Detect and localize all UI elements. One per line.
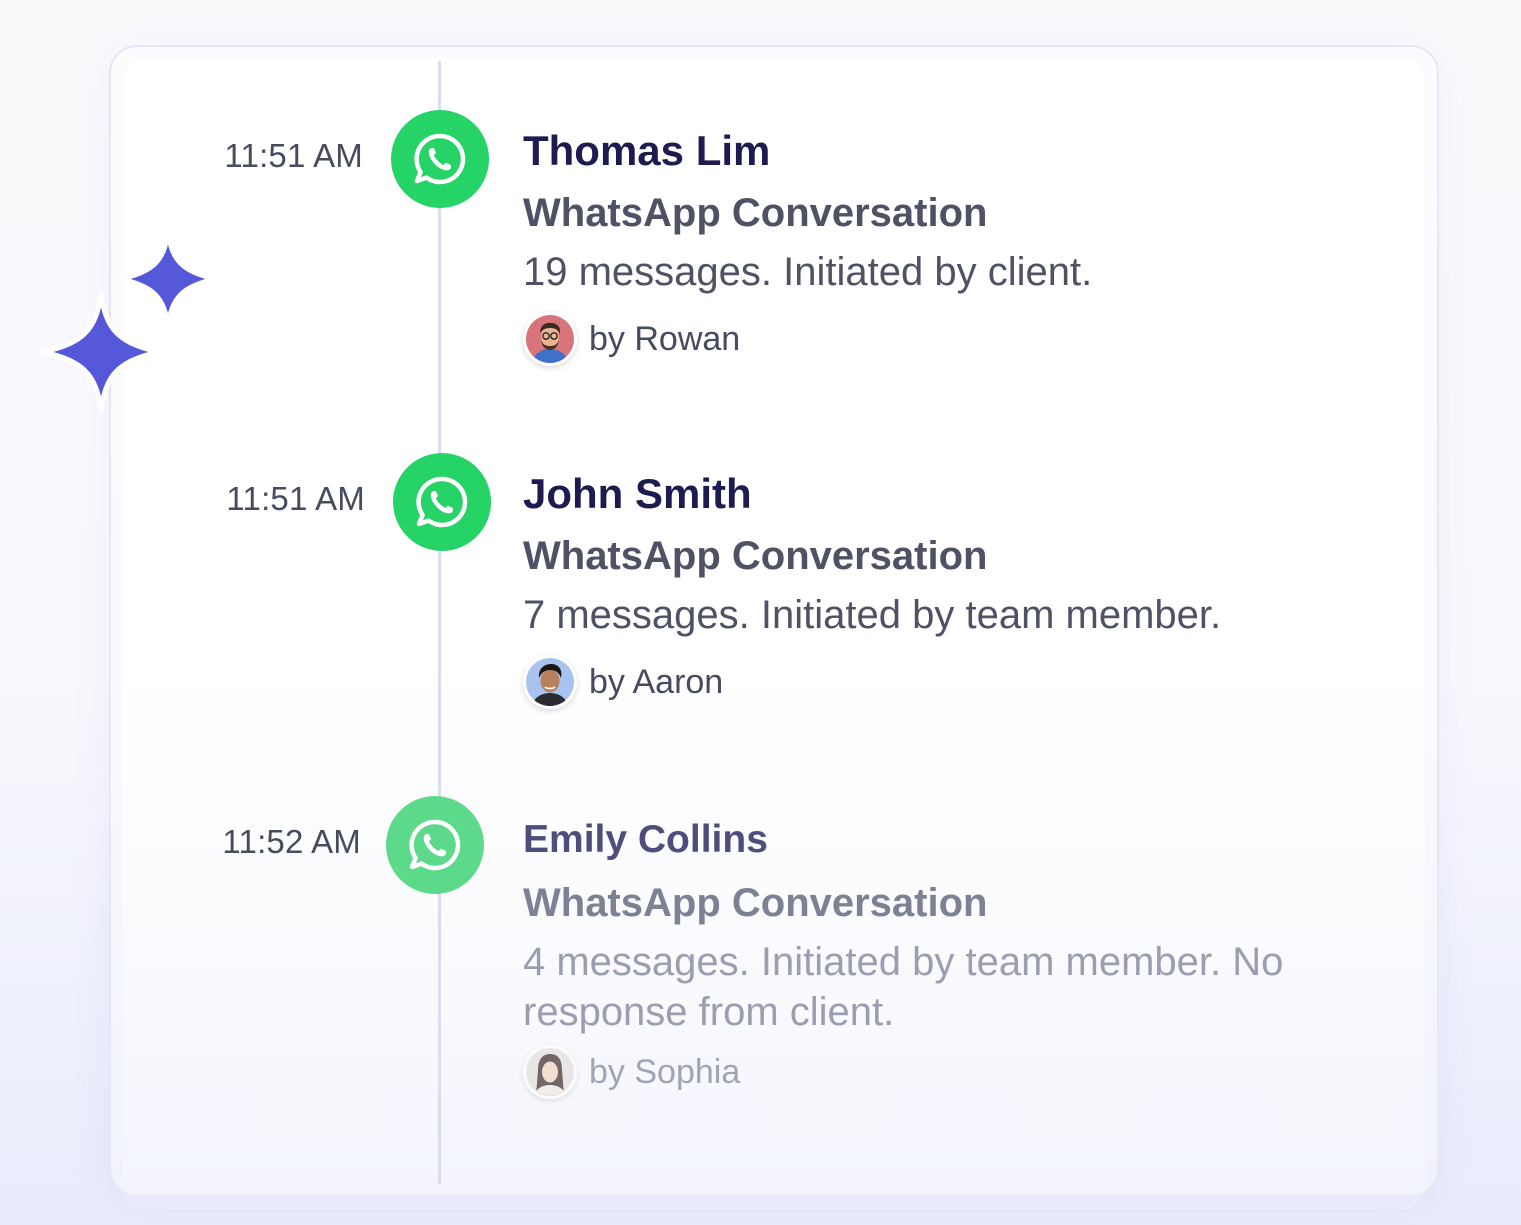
author-row: by Aaron — [523, 655, 1423, 709]
author-row: by Rowan — [523, 312, 1423, 366]
contact-name[interactable]: Emily Collins — [523, 820, 1383, 859]
author-row: by Sophia — [523, 1045, 1383, 1099]
author-label: by Aaron — [589, 662, 724, 701]
conversation-description: 4 messages. Initiated by team member. No… — [523, 940, 1284, 1034]
avatar — [523, 1045, 577, 1099]
conversation-type: WhatsApp Conversation — [523, 534, 988, 578]
timeline-line — [438, 61, 441, 1184]
contact-name[interactable]: Thomas Lim — [523, 130, 1423, 172]
author-label: by Rowan — [589, 319, 741, 358]
timeline-entry[interactable]: John Smith WhatsApp Conversation 7 messa… — [523, 473, 1423, 709]
author-label: by Sophia — [589, 1052, 741, 1091]
conversation-type: WhatsApp Conversation — [523, 191, 988, 235]
sparkles-icon — [40, 230, 219, 413]
conversation-description: 19 messages. Initiated by client. — [523, 250, 1093, 294]
avatar — [523, 312, 577, 366]
conversation-description: 7 messages. Initiated by team member. — [523, 593, 1222, 637]
contact-name[interactable]: John Smith — [523, 473, 1423, 515]
timeline-entry[interactable]: Thomas Lim WhatsApp Conversation 19 mess… — [523, 130, 1423, 366]
whatsapp-icon — [393, 453, 491, 551]
timeline-entry[interactable]: Emily Collins WhatsApp Conversation 4 me… — [523, 820, 1383, 1099]
timeline-time: 11:51 AM — [224, 137, 363, 174]
timeline-time: 11:52 AM — [222, 823, 361, 860]
conversation-type: WhatsApp Conversation — [523, 881, 988, 925]
whatsapp-icon — [386, 796, 484, 894]
timeline-time: 11:51 AM — [226, 480, 365, 517]
whatsapp-icon — [391, 110, 489, 208]
avatar — [523, 655, 577, 709]
